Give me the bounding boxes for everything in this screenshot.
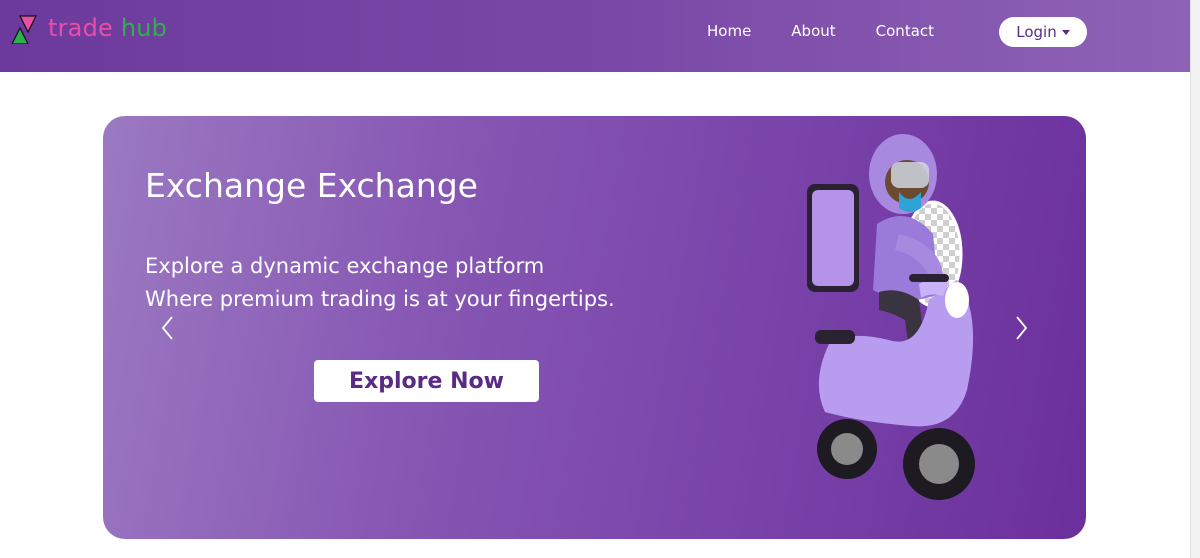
chevron-right-icon[interactable] bbox=[1010, 314, 1032, 342]
explore-now-button[interactable]: Explore Now bbox=[314, 360, 539, 402]
login-dropdown-button[interactable]: Login bbox=[999, 17, 1087, 47]
nav-links: Home About Contact bbox=[707, 22, 934, 40]
login-label: Login bbox=[1016, 23, 1057, 41]
brand-name: trade hub bbox=[48, 13, 167, 43]
hero-subtitle-line-1: Explore a dynamic exchange platform bbox=[145, 254, 545, 278]
brand-name-trade: trade bbox=[48, 14, 113, 42]
hero-title: Exchange Exchange bbox=[145, 166, 478, 205]
triangles-logo-icon bbox=[10, 12, 40, 45]
hero-carousel: Exchange Exchange Explore a dynamic exch… bbox=[103, 116, 1086, 539]
brand[interactable]: trade hub bbox=[10, 10, 167, 46]
nav-home-link[interactable]: Home bbox=[707, 22, 751, 40]
caret-down-icon bbox=[1061, 29, 1070, 35]
page-scrollbar[interactable] bbox=[1190, 0, 1200, 558]
nav-contact-link[interactable]: Contact bbox=[876, 22, 934, 40]
hero-subtitle-line-2: Where premium trading is at your fingert… bbox=[145, 287, 615, 311]
brand-name-hub: hub bbox=[120, 14, 168, 42]
top-navbar: trade hub Home About Contact Login bbox=[0, 0, 1190, 72]
scooter-delivery-rider-illustration bbox=[799, 124, 1009, 514]
nav-about-link[interactable]: About bbox=[791, 22, 835, 40]
chevron-left-icon[interactable] bbox=[157, 314, 179, 342]
